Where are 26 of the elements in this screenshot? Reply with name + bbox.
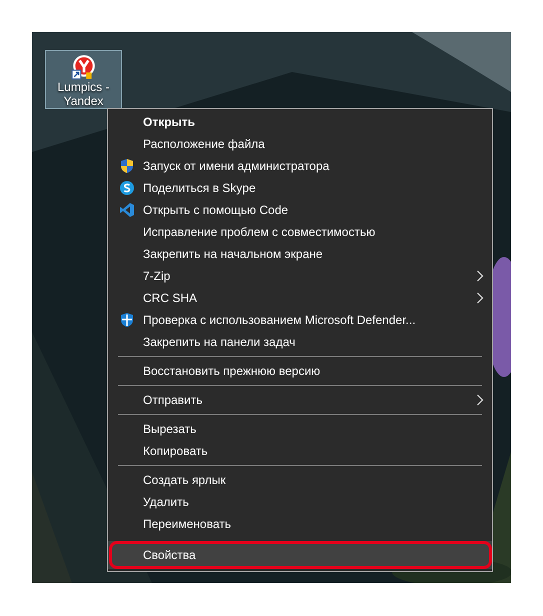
menu-item[interactable]: Удалить [108, 491, 492, 513]
menu-item[interactable]: Копировать [108, 440, 492, 462]
menu-item[interactable]: Отправить [108, 389, 492, 411]
ribbon-icon [119, 202, 135, 218]
skype-icon [119, 180, 135, 196]
menu-item[interactable]: Исправление проблем с совместимостью [108, 221, 492, 243]
shield-icon [119, 312, 135, 328]
menu-item[interactable]: Открыть [108, 111, 492, 133]
menu-item[interactable]: Расположение файла [108, 133, 492, 155]
menu-item[interactable]: Создать ярлык [108, 469, 492, 491]
shortcut-label: Lumpics - Yandex [56, 80, 110, 108]
menu-item[interactable]: Переименовать [108, 513, 492, 535]
browser-shortcut-icon [70, 54, 96, 80]
menu-item[interactable]: Свойства [108, 541, 492, 569]
menu-item[interactable]: Вырезать [108, 418, 492, 440]
menu-item[interactable]: Запуск от имени администратора [108, 155, 492, 177]
menu-item[interactable]: Закрепить на начальном экране [108, 243, 492, 265]
menu-item[interactable]: Открыть с помощью Code [108, 199, 492, 221]
menu-item[interactable]: 7-Zip [108, 265, 492, 287]
menu-item[interactable]: CRC SHA [108, 287, 492, 309]
menu-item[interactable]: Восстановить прежнюю версию [108, 360, 492, 382]
menu-item[interactable]: Закрепить на панели задач [108, 331, 492, 353]
shield-icon [119, 158, 135, 174]
desktop-shortcut[interactable]: Lumpics - Yandex [45, 50, 122, 109]
menu-item[interactable]: Проверка с использованием Microsoft Defender... [108, 309, 492, 331]
menu-item[interactable]: Поделиться в Skype [108, 177, 492, 199]
